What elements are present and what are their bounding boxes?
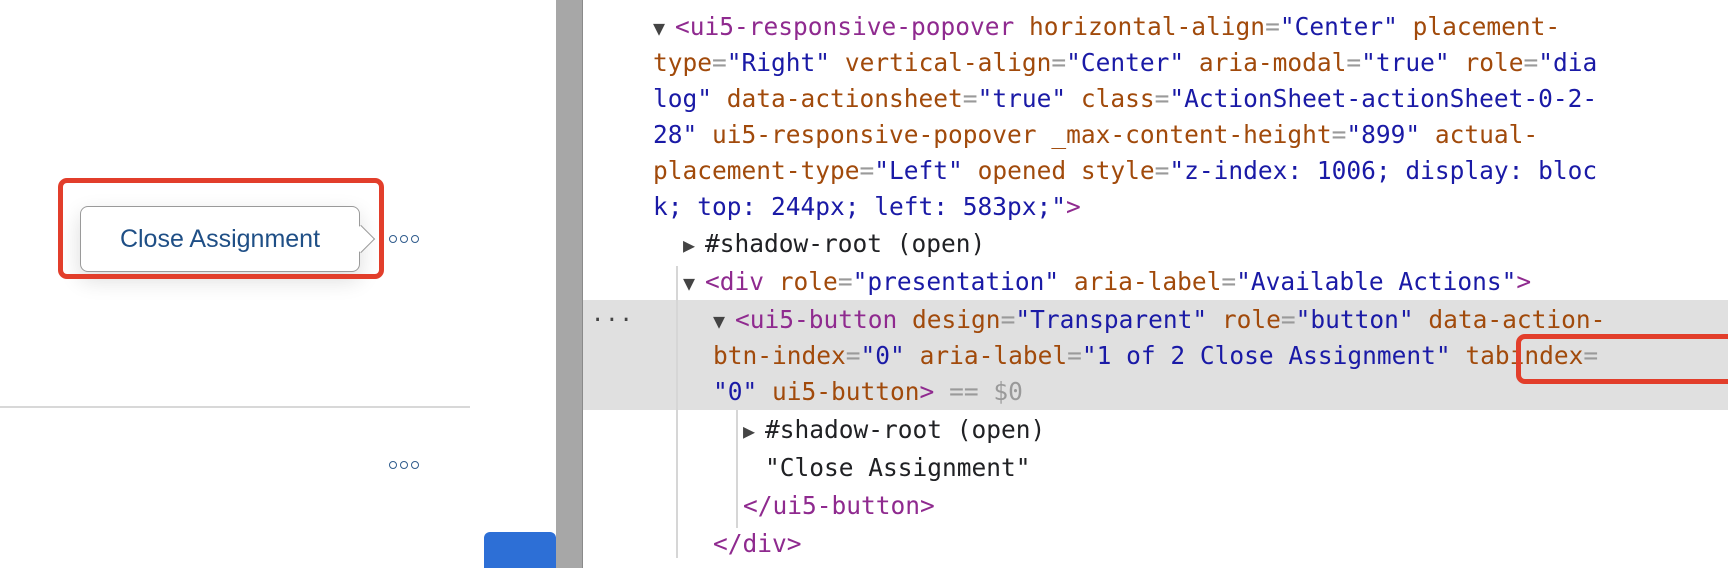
more-horizontal-icon[interactable] [389, 235, 419, 243]
tree-guide-line [676, 266, 678, 558]
row-divider [0, 406, 470, 408]
dom-node-shadow-root[interactable]: ▶ #shadow-root (open) [743, 412, 1045, 448]
dom-closing-tag-div[interactable]: </div> [713, 526, 802, 562]
dom-text-node[interactable]: "Close Assignment" [765, 450, 1031, 486]
more-horizontal-icon[interactable] [389, 461, 419, 469]
dom-closing-tag-button[interactable]: </ui5-button> [743, 488, 935, 524]
devtools-elements-panel: ... ▼ <ui5-responsive-popover horizontal-… [583, 0, 1728, 568]
annotation-highlight-button [58, 178, 384, 279]
annotation-highlight-aria-label [1516, 334, 1728, 384]
collapsed-triangle-icon[interactable]: ▶ [683, 227, 705, 263]
collapsed-triangle-icon[interactable]: ▶ [743, 413, 765, 449]
dom-attr-line: k; top: 244px; left: 583px;"> [653, 192, 1081, 221]
tree-guide-line [736, 410, 738, 528]
expanded-triangle-icon[interactable]: ▼ [713, 303, 735, 339]
app-pane: Close Assignment [0, 0, 556, 568]
primary-action-button[interactable] [484, 532, 556, 568]
dom-node-div[interactable]: ▼ <div role="presentation" aria-label="Av… [683, 264, 1531, 300]
dom-node-shadow-root[interactable]: ▶ #shadow-root (open) [683, 226, 985, 262]
pane-splitter[interactable] [556, 0, 583, 568]
row-options-icon[interactable]: ... [591, 302, 634, 327]
dom-node-ui5-button[interactable]: ▼ <ui5-button design="Transparent" role="… [713, 302, 1605, 338]
dom-node-responsive-popover[interactable]: ▼ <ui5-responsive-popover horizontal-alig… [653, 9, 1560, 45]
expanded-triangle-icon[interactable]: ▼ [653, 10, 675, 46]
expanded-triangle-icon[interactable]: ▼ [683, 265, 705, 301]
dom-attr-line: btn-index="0" aria-label="1 of 2 Close A… [713, 341, 1599, 370]
dom-attr-line: "0" ui5-button> == $0 [713, 377, 1023, 406]
dom-attr-line: type="Right" vertical-align="Center" ari… [653, 48, 1598, 77]
dom-attr-line: 28" ui5-responsive-popover _max-content-… [653, 120, 1539, 149]
dom-attr-line: log" data-actionsheet="true" class="Acti… [653, 84, 1598, 113]
dom-attr-line: placement-type="Left" opened style="z-in… [653, 156, 1598, 185]
